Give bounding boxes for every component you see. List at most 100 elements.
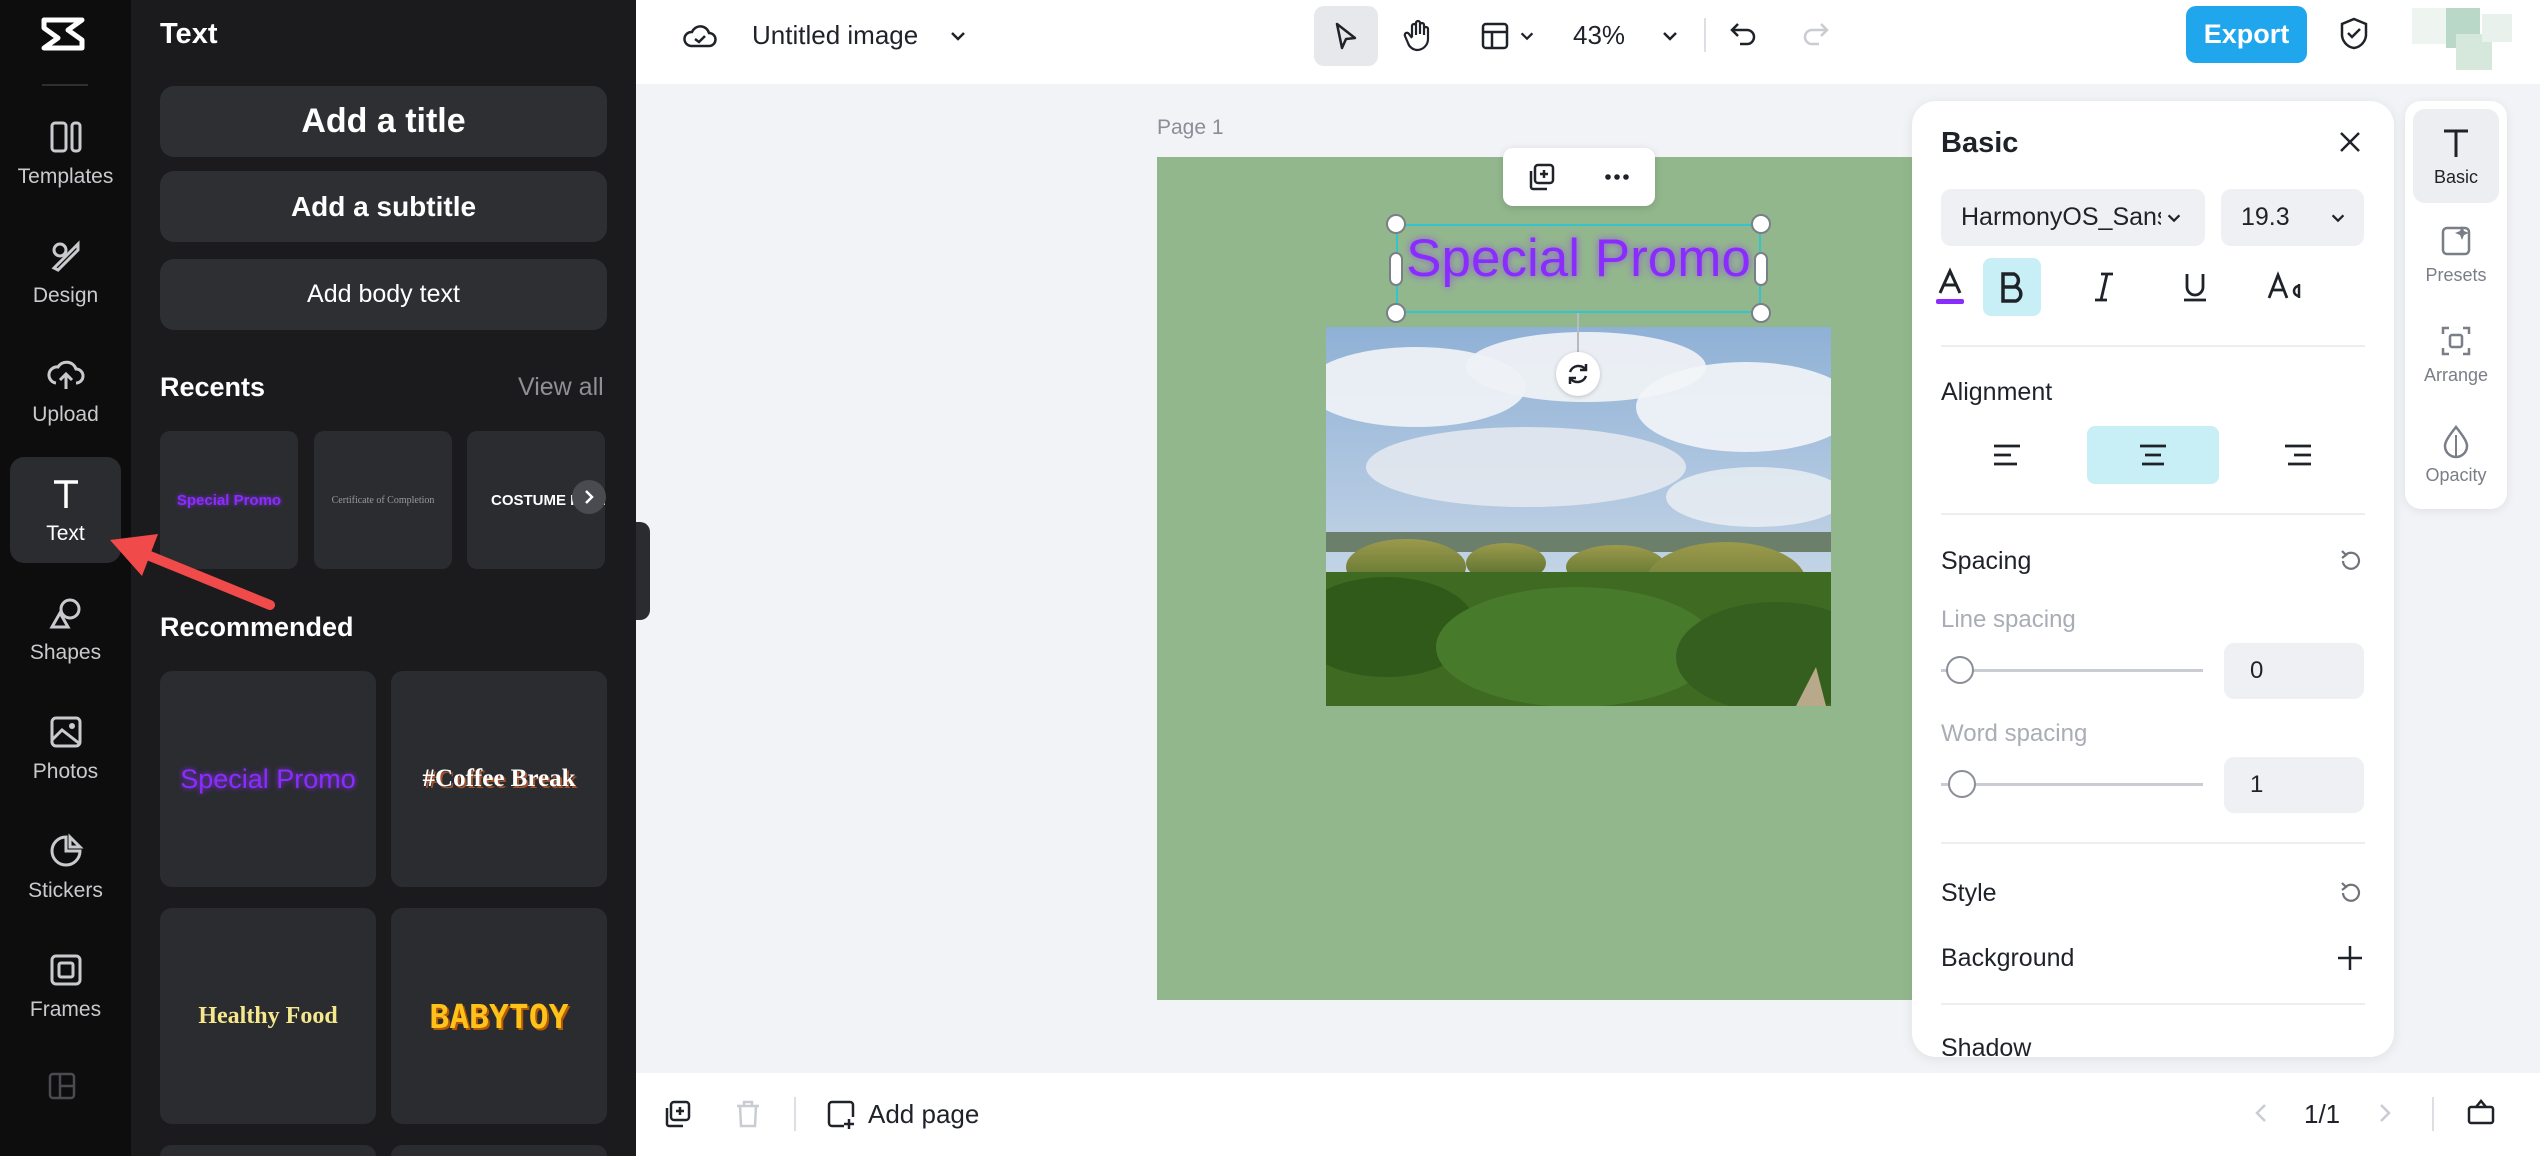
word-spacing-slider[interactable] <box>1941 783 2203 786</box>
word-spacing-input[interactable]: 1 <box>2224 757 2364 813</box>
next-page-icon[interactable] <box>2372 1101 2396 1125</box>
recent-item-certificate[interactable]: Certificate of Completion <box>314 431 452 569</box>
recommended-item[interactable] <box>391 1145 607 1156</box>
rail-item-upload[interactable]: Upload <box>10 338 121 444</box>
recommended-item-healthy-food[interactable]: Healthy Food <box>160 908 376 1124</box>
resize-handle-bottom-right[interactable] <box>1751 303 1771 323</box>
chevron-down-icon[interactable] <box>948 26 968 46</box>
tab-arrange[interactable]: Arrange <box>2413 307 2499 401</box>
line-spacing-input[interactable]: 0 <box>2224 643 2364 699</box>
align-right-icon <box>2285 444 2311 466</box>
recents-next-button[interactable] <box>572 480 606 514</box>
upload-icon <box>46 360 84 389</box>
resize-handle-top-left[interactable] <box>1386 214 1406 234</box>
underline-icon <box>2184 274 2206 302</box>
rail-item-stickers[interactable]: Stickers <box>10 814 121 920</box>
line-spacing-slider[interactable] <box>1941 669 2203 672</box>
italic-button[interactable] <box>2075 258 2133 316</box>
add-body-text-button[interactable]: Add body text <box>160 259 607 330</box>
align-center-button[interactable] <box>2087 426 2219 484</box>
line-spacing-slider-knob[interactable] <box>1946 656 1974 684</box>
rail-item-frames[interactable]: Frames <box>10 933 121 1039</box>
export-button[interactable]: Export <box>2186 6 2307 63</box>
selected-text-element[interactable]: Special Promo <box>1396 228 1761 289</box>
props-divider <box>1941 1003 2365 1005</box>
shadow-label[interactable]: Shadow <box>1941 1034 2031 1057</box>
duplicate-icon[interactable] <box>1526 162 1556 192</box>
rail-item-design[interactable]: Design <box>10 219 121 325</box>
add-page-icon[interactable] <box>826 1099 856 1129</box>
layout-tool-button[interactable] <box>1468 6 1548 66</box>
avatar[interactable] <box>2412 4 2512 72</box>
word-spacing-slider-knob[interactable] <box>1948 770 1976 798</box>
reset-spacing-icon[interactable] <box>2337 547 2365 575</box>
recommended-item[interactable] <box>160 1145 376 1156</box>
undo-icon[interactable] <box>1728 18 1758 48</box>
presets-icon <box>2441 225 2471 255</box>
view-all-link[interactable]: View all <box>518 373 604 402</box>
zoom-level[interactable]: 43% <box>1573 20 1625 51</box>
capcut-logo-icon[interactable] <box>38 12 88 56</box>
shield-check-icon[interactable] <box>2338 16 2370 52</box>
shapes-icon <box>48 598 80 629</box>
recommended-preview-text: BABYTOY <box>429 996 569 1036</box>
bold-button[interactable] <box>1983 258 2041 316</box>
align-right-button[interactable] <box>2232 426 2364 484</box>
reset-style-icon[interactable] <box>2337 879 2365 907</box>
text-icon <box>53 480 78 508</box>
props-divider <box>1941 345 2365 347</box>
recommended-item-coffee-break[interactable]: #Coffee Break <box>391 671 607 887</box>
recents-title: Recents <box>160 372 266 402</box>
rotate-handle[interactable] <box>1556 352 1600 396</box>
text-color-button[interactable] <box>1921 258 1979 316</box>
rail-label: Text <box>46 522 85 545</box>
tab-label: Opacity <box>2425 464 2487 485</box>
resize-handle-top-right[interactable] <box>1751 214 1771 234</box>
annotation-arrow-icon <box>110 534 275 610</box>
font-family-value: HarmonyOS_Sans <box>1961 203 2161 231</box>
props-title: Basic <box>1941 127 2019 159</box>
add-page-button[interactable]: Add page <box>868 1099 979 1130</box>
select-tool-button[interactable] <box>1314 6 1378 66</box>
resize-handle-right[interactable] <box>1754 252 1768 286</box>
rail-item-photos[interactable]: Photos <box>10 695 121 801</box>
redo-icon[interactable] <box>1801 18 1831 48</box>
props-divider <box>1941 842 2365 844</box>
align-left-button[interactable] <box>1941 426 2073 484</box>
word-spacing-label: Word spacing <box>1941 720 2088 747</box>
rotate-connector <box>1577 313 1579 353</box>
zoom-chevron-down-icon[interactable] <box>1660 26 1680 46</box>
layout-icon[interactable] <box>47 1071 77 1101</box>
more-options-icon[interactable] <box>1602 162 1632 192</box>
panel-title: Text <box>160 18 218 50</box>
add-background-icon[interactable] <box>2335 943 2365 973</box>
style-title: Style <box>1941 879 1997 907</box>
close-icon[interactable] <box>2335 127 2365 157</box>
document-title[interactable]: Untitled image <box>752 20 918 51</box>
panel-collapse-handle[interactable] <box>636 522 650 620</box>
resize-handle-bottom-left[interactable] <box>1386 303 1406 323</box>
toolbar-divider <box>1704 18 1706 52</box>
right-tab-strip: Basic Presets Arrange Opacity <box>2405 101 2507 509</box>
cloud-save-icon[interactable] <box>682 20 718 52</box>
hand-icon <box>1403 19 1430 52</box>
add-title-button[interactable]: Add a title <box>160 86 607 157</box>
underline-button[interactable] <box>2166 258 2224 316</box>
text-case-button[interactable] <box>2257 258 2315 316</box>
tab-opacity[interactable]: Opacity <box>2413 407 2499 501</box>
delete-page-icon[interactable] <box>734 1099 762 1129</box>
tab-basic[interactable]: Basic <box>2413 109 2499 203</box>
resize-handle-left[interactable] <box>1389 252 1403 286</box>
briefcase-icon[interactable] <box>2466 1097 2496 1127</box>
recommended-item-babytoy[interactable]: BABYTOY <box>391 908 607 1124</box>
add-subtitle-button[interactable]: Add a subtitle <box>160 171 607 242</box>
tab-presets[interactable]: Presets <box>2413 207 2499 301</box>
duplicate-page-icon[interactable] <box>662 1099 692 1129</box>
rail-item-templates[interactable]: Templates <box>10 100 121 206</box>
previous-page-icon[interactable] <box>2250 1101 2274 1125</box>
font-family-select[interactable]: HarmonyOS_Sans <box>1941 189 2205 246</box>
hand-tool-button[interactable] <box>1386 6 1450 66</box>
element-floating-toolbar <box>1503 148 1655 206</box>
recommended-item-special-promo[interactable]: Special Promo <box>160 671 376 887</box>
font-size-select[interactable]: 19.3 <box>2221 189 2364 246</box>
